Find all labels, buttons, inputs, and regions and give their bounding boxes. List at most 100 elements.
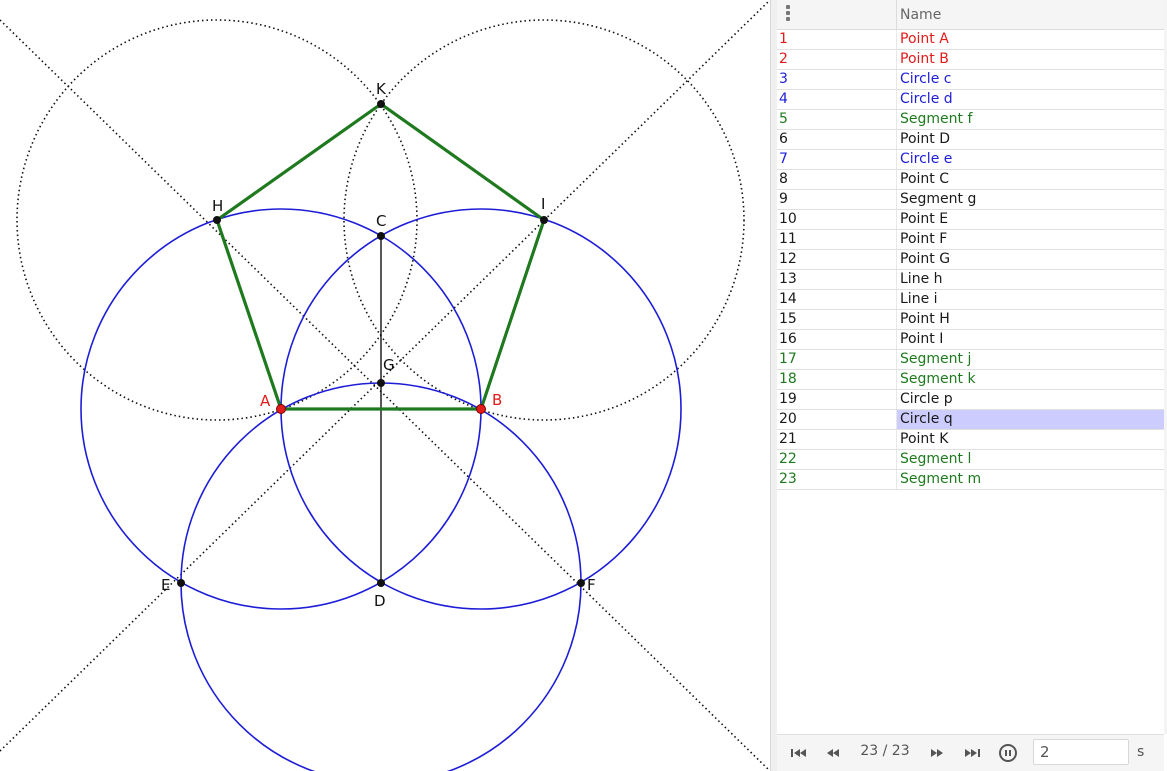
row-name: Segment j	[896, 350, 1164, 369]
point-e[interactable]	[177, 579, 185, 587]
label-c: C	[376, 212, 386, 230]
row-number: 8	[779, 171, 788, 187]
protocol-rows: 1 Point A 2 Point B 3 Circle c 4 Circle d 5 Segme…	[777, 30, 1164, 490]
point-k[interactable]	[377, 100, 385, 108]
protocol-row[interactable]: 14 Line i	[777, 290, 1164, 310]
row-name: Point E	[896, 210, 1164, 229]
row-number: 2	[779, 51, 788, 67]
label-i: I	[541, 195, 545, 213]
segment-j[interactable]	[215, 218, 283, 411]
row-number: 12	[779, 251, 797, 267]
speed-unit-label: s	[1137, 744, 1145, 760]
row-name: Point G	[896, 250, 1164, 269]
protocol-row[interactable]: 15 Point H	[777, 310, 1164, 330]
row-name: Point C	[896, 170, 1164, 189]
segment-k[interactable]	[479, 218, 546, 411]
row-name: Line i	[896, 290, 1164, 309]
protocol-row[interactable]: 18 Segment k	[777, 370, 1164, 390]
row-number: 11	[779, 231, 797, 247]
step-back-icon[interactable]	[823, 745, 845, 761]
protocol-row[interactable]: 2 Point B	[777, 50, 1164, 70]
point-b[interactable]	[476, 404, 486, 414]
construction-protocol: Name 1 Point A 2 Point B 3 Circle c 4 Circle d5…	[777, 0, 1167, 771]
protocol-row[interactable]: 5 Segment f	[777, 110, 1164, 130]
point-h[interactable]	[213, 216, 221, 224]
line-i[interactable]	[0, 0, 770, 752]
label-b: B	[492, 391, 502, 409]
protocol-row[interactable]: 17 Segment j	[777, 350, 1164, 370]
protocol-row[interactable]: 11 Point F	[777, 230, 1164, 250]
protocol-row[interactable]: 21 Point K	[777, 430, 1164, 450]
row-name: Point D	[896, 130, 1164, 149]
protocol-row[interactable]: 1 Point A	[777, 30, 1164, 50]
pause-icon[interactable]	[999, 744, 1017, 762]
panel-splitter[interactable]	[770, 0, 777, 771]
protocol-row[interactable]: 7 Circle e	[777, 150, 1164, 170]
construction-canvas[interactable]: K H I C G E D F A B	[0, 0, 770, 771]
protocol-row[interactable]: 9 Segment g	[777, 190, 1164, 210]
row-name: Circle e	[896, 150, 1164, 169]
row-number: 15	[779, 311, 797, 327]
segment-l[interactable]	[215, 102, 383, 222]
row-number: 7	[779, 151, 788, 167]
point-d[interactable]	[377, 579, 385, 587]
protocol-row[interactable]: 13 Line h	[777, 270, 1164, 290]
label-f: F	[587, 576, 596, 594]
row-name: Point I	[896, 330, 1164, 349]
point-i[interactable]	[540, 216, 548, 224]
row-name: Point H	[896, 310, 1164, 329]
protocol-row[interactable]: 22 Segment l	[777, 450, 1164, 470]
protocol-row[interactable]: 6 Point D	[777, 130, 1164, 150]
row-name: Segment l	[896, 450, 1164, 469]
row-number: 4	[779, 91, 788, 107]
vertical-dots-icon[interactable]	[786, 5, 792, 23]
protocol-row[interactable]: 3 Circle c	[777, 70, 1164, 90]
row-number: 1	[779, 31, 788, 47]
segment-m[interactable]	[379, 102, 546, 222]
protocol-row[interactable]: 16 Point I	[777, 330, 1164, 350]
protocol-row[interactable]: 4 Circle d	[777, 90, 1164, 110]
point-a[interactable]	[276, 404, 286, 414]
row-name: Segment m	[896, 470, 1164, 489]
protocol-row[interactable]: 20 Circle q	[777, 410, 1164, 430]
protocol-row[interactable]: 10 Point E	[777, 210, 1164, 230]
point-c[interactable]	[377, 232, 385, 240]
column-header-name[interactable]: Name	[896, 0, 1164, 30]
point-g[interactable]	[377, 379, 385, 387]
row-number: 5	[779, 111, 788, 127]
label-a: A	[260, 392, 271, 410]
step-forward-icon[interactable]	[927, 745, 949, 761]
row-name: Circle p	[896, 390, 1164, 409]
row-name: Point F	[896, 230, 1164, 249]
point-f[interactable]	[577, 579, 585, 587]
protocol-row[interactable]: 8 Point C	[777, 170, 1164, 190]
speed-input[interactable]	[1033, 739, 1129, 765]
label-d: D	[374, 592, 386, 610]
skip-first-icon[interactable]	[789, 745, 811, 761]
skip-last-icon[interactable]	[962, 745, 984, 761]
protocol-row[interactable]: 23 Segment m	[777, 470, 1164, 490]
step-counter: 23 / 23	[860, 743, 910, 759]
row-name: Segment f	[896, 110, 1164, 129]
row-number: 6	[779, 131, 788, 147]
row-number: 20	[779, 411, 797, 427]
row-number: 13	[779, 271, 797, 287]
row-name: Circle c	[896, 70, 1164, 89]
row-name: Point K	[896, 430, 1164, 449]
protocol-row[interactable]: 19 Circle p	[777, 390, 1164, 410]
row-name: Point A	[896, 30, 1164, 49]
label-e: E	[161, 576, 170, 594]
row-name: Point B	[896, 50, 1164, 69]
graphics-view[interactable]: K H I C G E D F A B	[0, 0, 770, 771]
row-number: 10	[779, 211, 797, 227]
row-name: Segment k	[896, 370, 1164, 389]
row-number: 9	[779, 191, 788, 207]
line-h[interactable]	[0, 19, 770, 771]
row-name: Circle d	[896, 90, 1164, 109]
row-number: 17	[779, 351, 797, 367]
row-number: 14	[779, 291, 797, 307]
protocol-row[interactable]: 12 Point G	[777, 250, 1164, 270]
label-h: H	[212, 197, 223, 215]
row-name: Circle q	[896, 410, 1164, 429]
label-k: K	[376, 80, 387, 98]
